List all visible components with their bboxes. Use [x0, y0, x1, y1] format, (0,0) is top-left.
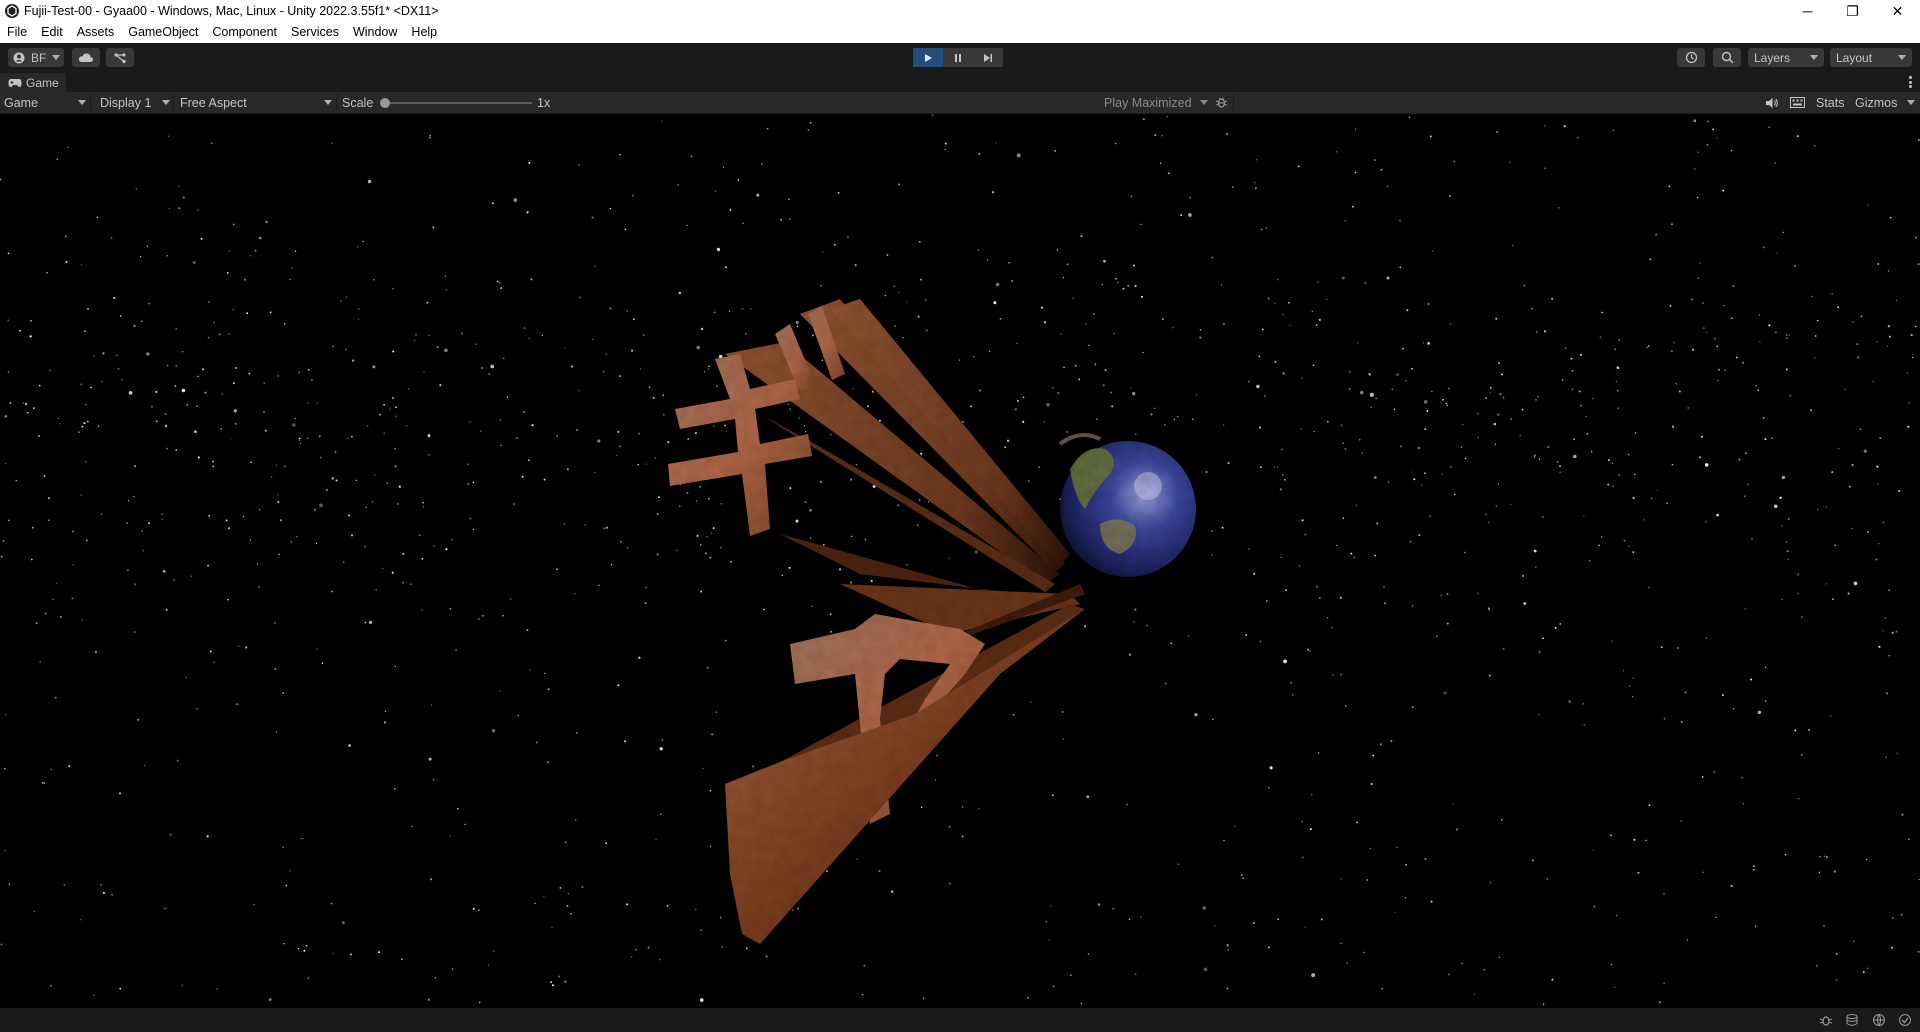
frame-debugger-button[interactable]	[1215, 92, 1228, 113]
gamepad-icon	[8, 78, 22, 87]
play-mode-label: Play Maximized	[1104, 95, 1192, 110]
window-controls: ─ ❐ ✕	[1785, 0, 1920, 22]
menu-edit[interactable]: Edit	[34, 22, 70, 43]
aspect-dropdown[interactable]: Free Aspect	[180, 92, 332, 113]
collab-button[interactable]	[106, 48, 134, 67]
tab-bar: Game	[0, 72, 1920, 92]
tab-label: Game	[26, 75, 59, 90]
status-bar	[0, 1008, 1920, 1032]
stats-button[interactable]: Stats	[1816, 92, 1845, 113]
layout-dropdown[interactable]: Layout	[1830, 48, 1912, 67]
chevron-down-icon	[1810, 55, 1818, 60]
playback-controls	[913, 48, 1003, 67]
view-mode-label: Game	[4, 95, 39, 110]
account-icon	[13, 52, 25, 63]
play-mode-dropdown[interactable]: Play Maximized	[1104, 92, 1208, 113]
cloud-button[interactable]	[72, 48, 100, 67]
menu-gameobject[interactable]: GameObject	[121, 22, 205, 43]
scale-label: Scale	[342, 95, 374, 110]
version-control-icon	[114, 52, 126, 63]
unity-logo-icon	[5, 4, 19, 18]
scale-slider[interactable]	[380, 92, 532, 113]
main-toolbar: BF Layers Layout	[0, 43, 1920, 72]
keyboard-icon	[1790, 97, 1805, 108]
menu-window[interactable]: Window	[346, 22, 404, 43]
chevron-down-icon	[324, 100, 332, 105]
account-label: BF	[31, 50, 47, 65]
history-icon	[1685, 51, 1697, 64]
display-label: Display 1	[100, 95, 152, 110]
search-icon	[1721, 51, 1734, 64]
menu-file[interactable]: File	[0, 22, 34, 43]
layers-label: Layers	[1754, 50, 1791, 65]
divider	[90, 94, 91, 111]
title-bar: Fujii-Test-00 - Gyaa00 - Windows, Mac, L…	[0, 0, 1920, 22]
step-button[interactable]	[973, 48, 1003, 67]
bug-icon[interactable]	[1819, 1013, 1833, 1027]
check-icon[interactable]	[1898, 1013, 1912, 1027]
speaker-icon	[1766, 97, 1778, 108]
chevron-down-icon	[162, 100, 170, 105]
search-button[interactable]	[1713, 48, 1741, 67]
pause-button[interactable]	[943, 48, 973, 67]
aspect-label: Free Aspect	[180, 95, 247, 110]
menu-bar: File Edit Assets GameObject Component Se…	[0, 22, 1920, 43]
slider-thumb[interactable]	[380, 97, 390, 108]
window-title: Fujii-Test-00 - Gyaa00 - Windows, Mac, L…	[24, 4, 439, 18]
play-button[interactable]	[913, 48, 943, 67]
gizmos-dropdown[interactable]: Gizmos	[1855, 92, 1915, 113]
network-icon[interactable]	[1872, 1013, 1886, 1027]
view-mode-dropdown[interactable]: Game	[4, 92, 86, 113]
mute-audio-button[interactable]	[1765, 92, 1779, 113]
menu-component[interactable]: Component	[205, 22, 284, 43]
divider	[1233, 94, 1234, 111]
close-button[interactable]: ✕	[1875, 0, 1920, 22]
gizmos-label: Gizmos	[1855, 95, 1898, 110]
minimize-button[interactable]: ─	[1785, 0, 1830, 22]
layout-label: Layout	[1836, 50, 1873, 65]
divider	[336, 94, 337, 111]
keyboard-shortcuts-button[interactable]	[1790, 92, 1805, 113]
chevron-down-icon	[52, 55, 61, 60]
play-icon	[925, 53, 932, 62]
game-viewport[interactable]	[0, 114, 1920, 1008]
account-dropdown[interactable]: BF	[8, 48, 64, 67]
game-view-toolbar: Game Display 1 Free Aspect Scale 1x Play…	[0, 92, 1920, 114]
bug-icon	[1215, 97, 1228, 108]
chevron-down-icon	[1200, 100, 1208, 105]
step-icon	[984, 53, 992, 62]
game-render	[0, 114, 1920, 1008]
menu-help[interactable]: Help	[404, 22, 444, 43]
restore-button[interactable]: ❐	[1830, 0, 1875, 22]
chevron-down-icon	[1907, 100, 1915, 105]
database-icon[interactable]	[1845, 1013, 1859, 1027]
chevron-down-icon	[78, 100, 86, 105]
more-options-icon[interactable]	[1909, 76, 1912, 88]
tab-game[interactable]: Game	[0, 73, 66, 92]
divider	[173, 94, 174, 111]
menu-services[interactable]: Services	[284, 22, 346, 43]
chevron-down-icon	[1898, 55, 1906, 60]
extruded-katakana-text	[0, 114, 1920, 1008]
menu-assets[interactable]: Assets	[70, 22, 122, 43]
cloud-icon	[78, 53, 94, 62]
scale-value: 1x	[537, 95, 551, 110]
layers-dropdown[interactable]: Layers	[1748, 48, 1824, 67]
pause-icon	[955, 53, 961, 62]
undo-history-button[interactable]	[1677, 48, 1705, 67]
display-dropdown[interactable]: Display 1	[100, 92, 170, 113]
